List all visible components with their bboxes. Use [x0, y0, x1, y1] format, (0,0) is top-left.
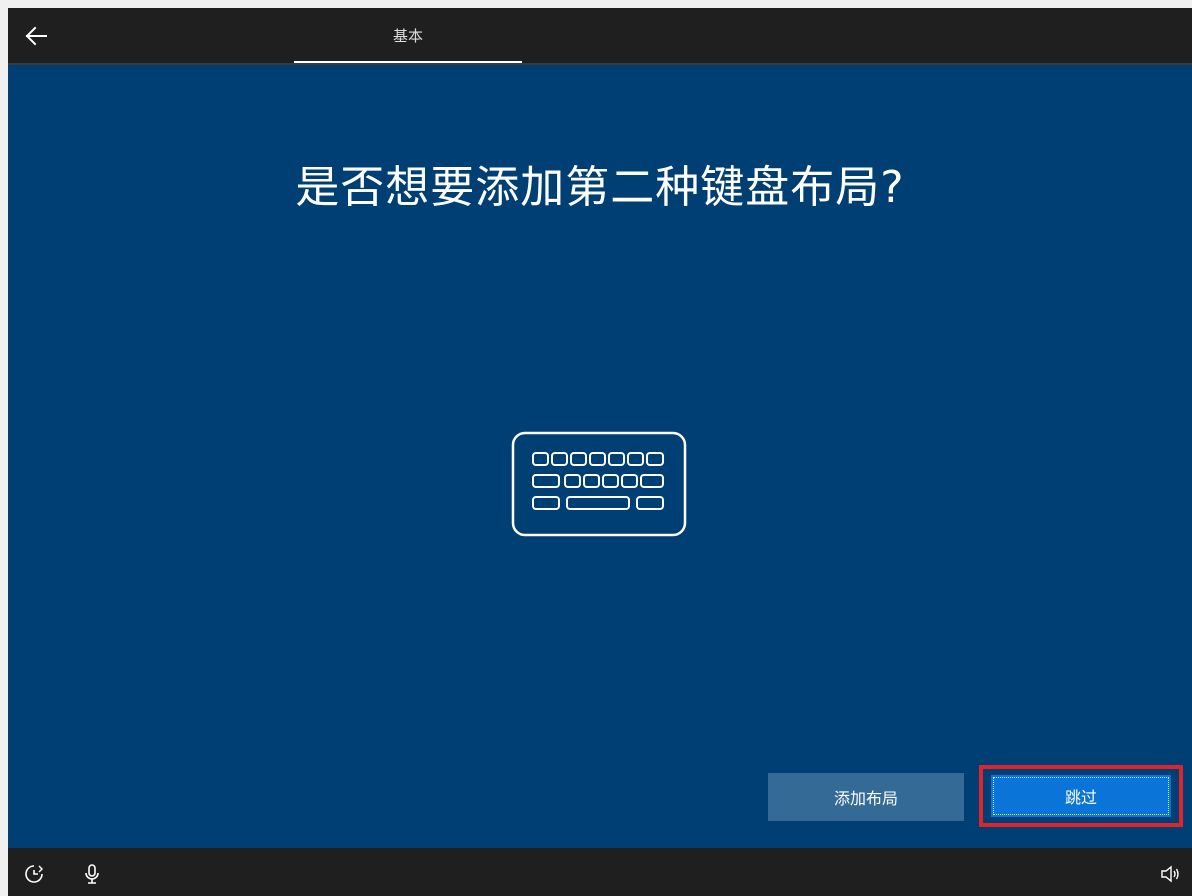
- tab-basics-label: 基本: [392, 27, 423, 45]
- oobe-window: 基本 是否想要添加第二种键盘布局? 添加布局 跳过: [8, 8, 1192, 896]
- top-bar: 基本: [8, 8, 1192, 63]
- back-button[interactable]: [18, 20, 54, 52]
- skip-label: 跳过: [1064, 788, 1097, 807]
- ease-of-access-glyph: [25, 865, 43, 883]
- speaker-glyph: [1161, 865, 1179, 883]
- microphone-icon[interactable]: [80, 862, 104, 886]
- bottom-bar: [8, 848, 1192, 896]
- page-title: 是否想要添加第二种键盘布局?: [295, 162, 905, 213]
- microphone-glyph: [85, 864, 99, 884]
- volume-icon[interactable]: [1158, 862, 1182, 886]
- skip-button[interactable]: 跳过: [991, 775, 1171, 817]
- accessibility-icon[interactable]: [22, 862, 46, 886]
- tab-basics[interactable]: 基本: [294, 8, 522, 63]
- add-layout-label: 添加布局: [833, 789, 898, 808]
- keyboard-icon: [511, 431, 687, 537]
- main-content: 是否想要添加第二种键盘布局? 添加布局 跳过: [8, 65, 1192, 848]
- back-arrow-icon: [25, 26, 47, 46]
- add-layout-button[interactable]: 添加布局: [768, 773, 964, 821]
